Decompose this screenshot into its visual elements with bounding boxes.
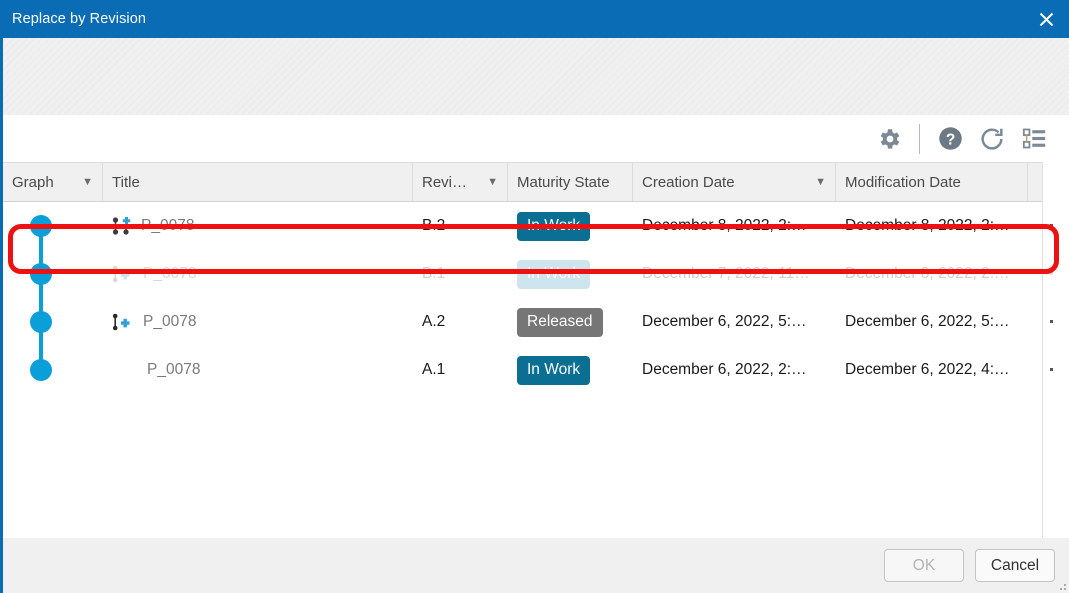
revision-cell: B.2 xyxy=(422,217,446,234)
creation-date-cell: December 6, 2022, 2:… xyxy=(642,361,807,378)
revision-cell: A.2 xyxy=(422,313,446,330)
overflow-dot xyxy=(1050,224,1053,227)
help-icon: ? xyxy=(938,127,962,150)
revision-cell: B.1 xyxy=(422,265,446,282)
title-cell: P_0078 xyxy=(103,346,413,394)
column-header-maturity-state[interactable]: Maturity State xyxy=(508,163,633,201)
help-button[interactable]: ? xyxy=(929,118,971,160)
column-header-graph-label: Graph xyxy=(12,173,54,191)
revision-table: Graph ▼ Title Revi… ▼ Maturity State Cre… xyxy=(3,162,1069,557)
column-header-modification-date[interactable]: Modification Date xyxy=(836,163,1028,201)
row-overflow-indicator-column xyxy=(1042,162,1069,557)
title-cell: P_0078 xyxy=(103,250,413,298)
column-header-title[interactable]: Title xyxy=(103,163,413,201)
graph-node-icon xyxy=(30,215,52,237)
sort-caret-down-icon: ▼ xyxy=(815,175,826,188)
dialog-title: Replace by Revision xyxy=(12,11,147,27)
overflow-dot xyxy=(1050,320,1053,323)
close-icon xyxy=(1039,12,1053,26)
creation-date-cell: December 6, 2022, 5:… xyxy=(642,313,807,330)
column-header-graph[interactable]: Graph ▼ xyxy=(3,163,103,201)
creation-date-cell: December 8, 2022, 2:… xyxy=(642,217,807,234)
title-text: P_0078 xyxy=(147,361,201,378)
dialog-footer: OK Cancel xyxy=(3,538,1069,593)
gear-icon xyxy=(880,128,900,149)
column-header-creation-date[interactable]: Creation Date ▼ xyxy=(633,163,836,201)
structure-add-icon xyxy=(112,216,134,236)
title-text: P_0078 xyxy=(143,313,197,330)
dialog-body: ? Graph ▼ Title Revi… ▼ Maturity State C… xyxy=(0,38,1069,593)
sort-caret-down-icon: ▼ xyxy=(82,175,93,188)
graph-node-icon xyxy=(30,359,52,381)
svg-text:?: ? xyxy=(945,131,955,148)
overflow-dot xyxy=(1050,368,1053,371)
tree-view-button[interactable] xyxy=(1013,118,1055,160)
settings-button[interactable] xyxy=(868,118,910,160)
cancel-button[interactable]: Cancel xyxy=(975,549,1055,582)
table-toolbar: ? xyxy=(3,115,1069,162)
empty-hatched-region xyxy=(3,38,1069,115)
graph-node-icon xyxy=(30,311,52,333)
creation-date-cell: December 7, 2022, 11… xyxy=(642,265,810,282)
toolbar-separator xyxy=(919,123,920,154)
table-row[interactable]: P_0078 A.2 Released December 6, 2022, 5:… xyxy=(3,298,1069,346)
status-badge: In Work xyxy=(517,211,591,241)
status-badge: In Work xyxy=(517,259,591,289)
graph-cell xyxy=(3,250,103,298)
table-row[interactable]: P_0078 A.1 In Work December 6, 2022, 2:…… xyxy=(3,346,1069,394)
sort-caret-down-icon: ▼ xyxy=(487,175,498,188)
maturity-cell: In Work xyxy=(508,250,633,298)
part-add-icon xyxy=(112,312,136,332)
replace-by-revision-dialog: Replace by Revision ? Graph ▼ Title Revi… xyxy=(0,0,1069,593)
title-text: P_0078 xyxy=(143,265,197,282)
dialog-titlebar: Replace by Revision xyxy=(0,0,1069,38)
table-row[interactable]: P_0078 B.2 In Work December 8, 2022, 2:…… xyxy=(3,202,1069,250)
tree-view-icon xyxy=(1022,128,1045,149)
modification-date-cell: December 6, 2022, 5:… xyxy=(845,313,1010,330)
maturity-cell: Released xyxy=(508,298,633,346)
graph-cell xyxy=(3,202,103,250)
status-badge: In Work xyxy=(517,355,591,385)
overflow-dot xyxy=(1050,272,1053,275)
column-header-creation-date-label: Creation Date xyxy=(642,173,735,191)
column-header-title-label: Title xyxy=(112,173,140,191)
title-cell: P_0078 xyxy=(103,298,413,346)
maturity-cell: In Work xyxy=(508,346,633,394)
refresh-button[interactable] xyxy=(971,118,1013,160)
revision-cell: A.1 xyxy=(422,361,446,378)
column-header-revision-label: Revi… xyxy=(422,173,468,191)
graph-node-icon xyxy=(30,263,52,285)
close-button[interactable] xyxy=(1023,0,1069,38)
modification-date-cell: December 8, 2022, 2:… xyxy=(845,265,1010,282)
ok-button[interactable]: OK xyxy=(884,549,964,582)
graph-cell xyxy=(3,346,103,394)
graph-cell xyxy=(3,298,103,346)
modification-date-cell: December 8, 2022, 2:… xyxy=(845,217,1010,234)
title-cell: P_0078 xyxy=(103,202,413,250)
table-row[interactable]: P_0078 B.1 In Work December 7, 2022, 11…… xyxy=(3,250,1069,298)
part-add-icon xyxy=(112,264,136,284)
column-header-modification-date-label: Modification Date xyxy=(845,173,961,191)
modification-date-cell: December 6, 2022, 4:… xyxy=(845,361,1010,378)
title-text: P_0078 xyxy=(141,217,195,234)
table-header-row: Graph ▼ Title Revi… ▼ Maturity State Cre… xyxy=(3,162,1069,202)
refresh-icon xyxy=(981,127,1003,150)
maturity-cell: In Work xyxy=(508,202,633,250)
status-badge: Released xyxy=(517,307,603,337)
column-header-maturity-state-label: Maturity State xyxy=(517,173,610,191)
resize-grip[interactable] xyxy=(1057,581,1066,590)
column-header-revision[interactable]: Revi… ▼ xyxy=(413,163,508,201)
